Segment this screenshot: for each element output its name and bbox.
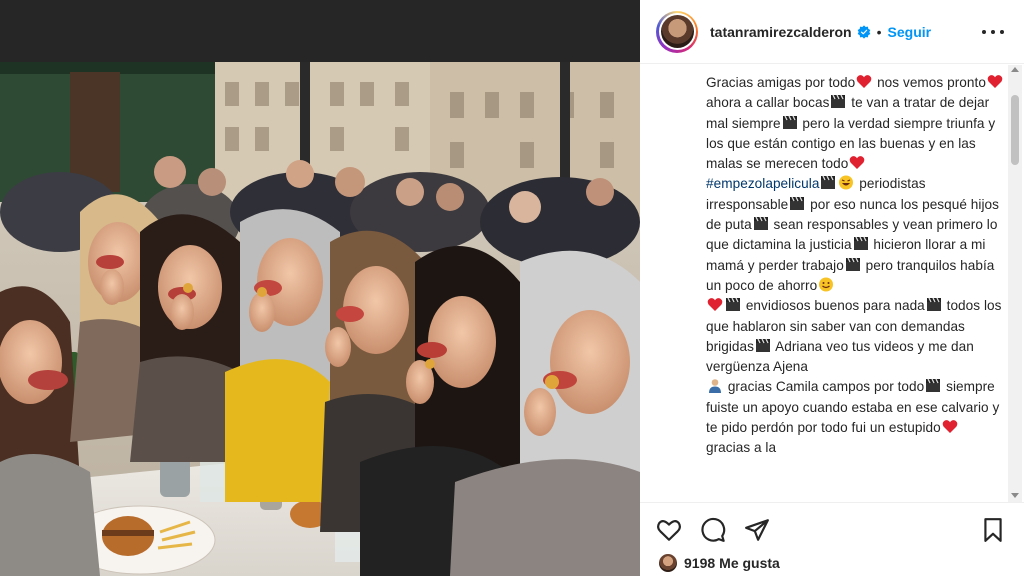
heart-emoji-icon [942, 420, 958, 434]
liker-avatar [658, 553, 678, 573]
clapper-emoji-icon [756, 338, 771, 352]
scroll-up-icon[interactable] [1011, 67, 1019, 72]
avatar[interactable] [656, 10, 698, 53]
clapper-emoji-icon [790, 196, 805, 210]
caption-segment: ahora a callar bocas [706, 95, 830, 111]
bookmark-icon[interactable] [980, 517, 1006, 543]
clapper-emoji-icon [853, 237, 868, 251]
caption-container[interactable]: Gracias amigas por todo nos vemos pronto… [640, 65, 1024, 502]
caption-text: Gracias amigas por todo nos vemos pronto… [706, 73, 1006, 459]
heart-emoji-icon [850, 156, 865, 170]
comment-icon[interactable] [700, 517, 726, 543]
separator-dot: • [876, 23, 882, 40]
likes-count: 9198 [684, 555, 716, 571]
verified-badge-icon [857, 24, 870, 39]
post-header: tatanramirezcalderon • Seguir [640, 0, 1024, 64]
likes-row[interactable]: 9198 Me gusta [658, 553, 780, 573]
media-top-bar [0, 0, 640, 62]
caption-segment: nos vemos pronto [873, 75, 986, 90]
caption-scrollbar[interactable] [1008, 65, 1022, 502]
follow-button[interactable]: Seguir [888, 24, 932, 40]
post-media[interactable] [0, 0, 640, 576]
username[interactable]: tatanramirezcalderon [710, 24, 852, 40]
clapper-emoji-icon [821, 176, 836, 190]
person-emoji-icon [709, 379, 721, 394]
post-photo[interactable] [0, 62, 640, 576]
clapper-emoji-icon [726, 297, 740, 312]
clapper-emoji-icon [782, 115, 797, 129]
clapper-emoji-icon [926, 297, 941, 312]
scroll-thumb[interactable] [1011, 95, 1019, 165]
heart-emoji-icon [987, 75, 1003, 88]
laughing-emoji-icon [839, 175, 854, 190]
smile-emoji-icon [819, 277, 834, 292]
heart-emoji-icon [856, 75, 872, 88]
clapper-emoji-icon [845, 257, 860, 271]
clapper-emoji-icon [926, 379, 941, 393]
scroll-down-icon[interactable] [1011, 493, 1019, 498]
caption-segment: gracias a la [706, 440, 777, 456]
caption-segment: envidiosos buenos para nada [742, 298, 925, 314]
caption-segment: Gracias amigas por todo [706, 75, 856, 90]
caption-segment: gracias Camila campos por todo [724, 379, 925, 395]
likes-label: Me gusta [719, 555, 780, 571]
post-side-panel: tatanramirezcalderon • Seguir Gracias am… [640, 0, 1024, 576]
share-icon[interactable] [744, 517, 770, 543]
more-options-icon[interactable] [982, 22, 1004, 42]
hashtag-link[interactable]: #empezolapelicula [706, 176, 819, 191]
action-bar [640, 502, 1024, 548]
heart-icon[interactable] [656, 517, 682, 543]
heart-emoji-icon [707, 298, 723, 312]
clapper-emoji-icon [753, 216, 768, 231]
clapper-emoji-icon [831, 95, 846, 109]
